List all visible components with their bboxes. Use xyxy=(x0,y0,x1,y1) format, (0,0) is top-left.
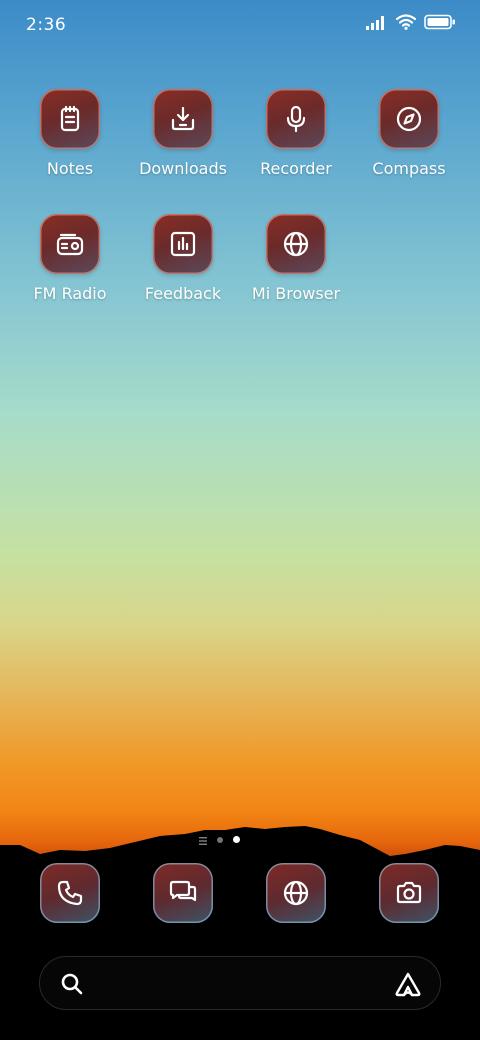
app-label: Downloads xyxy=(139,159,227,178)
compass-icon xyxy=(379,89,439,149)
app-label: FM Radio xyxy=(33,284,107,303)
assistant-icon[interactable] xyxy=(394,971,422,1001)
app-label: Mi Browser xyxy=(251,284,341,303)
app-label: Recorder xyxy=(260,159,332,178)
status-bar: 2:36 xyxy=(0,0,480,50)
app-recorder[interactable]: Recorder xyxy=(240,89,352,179)
status-icons xyxy=(366,14,456,34)
app-label: Feedback xyxy=(144,284,222,303)
dock-messages[interactable] xyxy=(153,863,213,923)
notes-icon xyxy=(40,89,100,149)
radio-icon xyxy=(40,214,100,274)
app-fm-radio[interactable]: FM Radio xyxy=(14,214,126,304)
battery-icon xyxy=(424,14,456,34)
download-icon xyxy=(153,89,213,149)
globe-icon xyxy=(266,214,326,274)
globe-icon xyxy=(283,880,309,906)
app-compass[interactable]: Compass xyxy=(353,89,465,179)
search-bar[interactable] xyxy=(39,956,441,1010)
dock-browser[interactable] xyxy=(266,863,326,923)
feedback-chart-icon xyxy=(153,214,213,274)
page-dot xyxy=(217,836,223,843)
messages-icon xyxy=(169,880,197,902)
camera-icon xyxy=(396,881,422,904)
page-list-indicator-icon xyxy=(199,830,207,849)
app-label: Compass xyxy=(372,159,446,178)
microphone-icon xyxy=(266,89,326,149)
app-downloads[interactable]: Downloads xyxy=(127,89,239,179)
signal-icon xyxy=(366,15,388,34)
search-icon[interactable] xyxy=(60,972,84,1000)
wifi-icon xyxy=(395,14,417,34)
phone-icon xyxy=(57,880,83,906)
dock-phone[interactable] xyxy=(40,863,100,923)
page-indicator[interactable] xyxy=(199,830,240,849)
app-feedback[interactable]: Feedback xyxy=(127,214,239,304)
page-dot-active xyxy=(233,836,240,843)
dock-camera[interactable] xyxy=(379,863,439,923)
status-time: 2:36 xyxy=(26,15,67,35)
app-label: Notes xyxy=(46,159,94,178)
app-mi-browser[interactable]: Mi Browser xyxy=(240,214,352,304)
app-notes[interactable]: Notes xyxy=(14,89,126,179)
